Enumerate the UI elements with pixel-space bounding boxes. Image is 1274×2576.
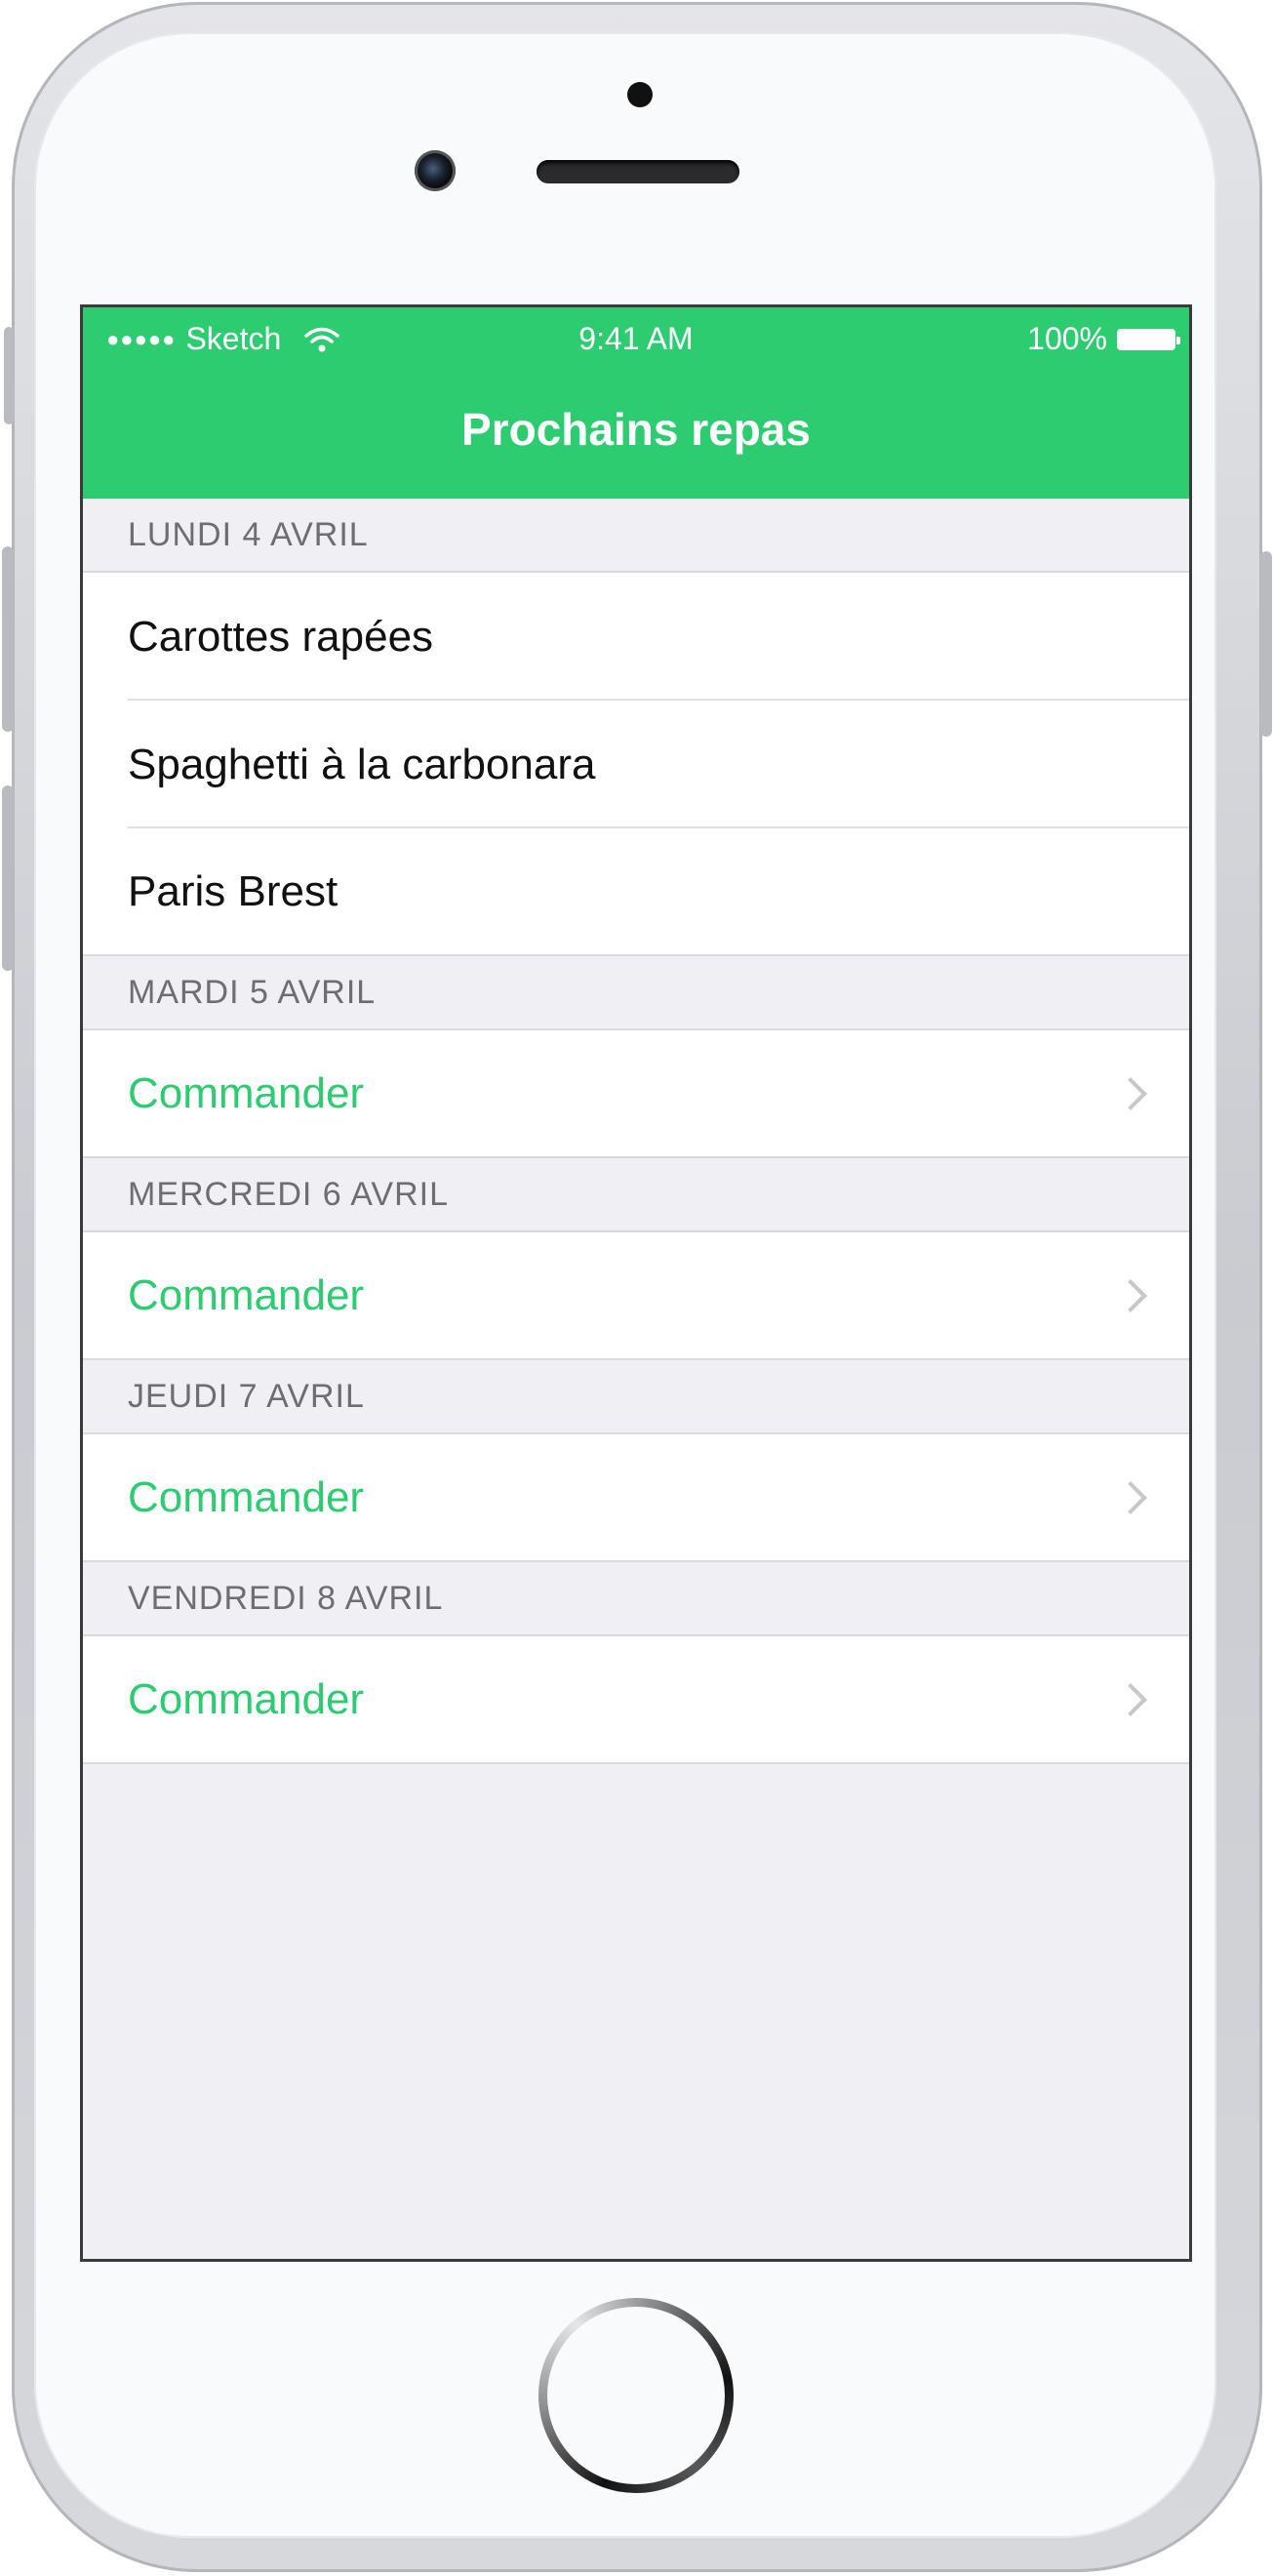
section-header-friday: VENDREDI 8 AVRIL (83, 1562, 1189, 1636)
order-button-thursday[interactable]: Commander (83, 1434, 1189, 1562)
battery-percentage: 100% (1027, 321, 1107, 356)
section-header-tuesday: MARDI 5 AVRIL (83, 956, 1189, 1030)
order-button-wednesday[interactable]: Commander (83, 1232, 1189, 1360)
section-header-monday: LUNDI 4 AVRIL (83, 499, 1189, 573)
status-right: 100% (1027, 321, 1180, 357)
order-label: Commander (128, 1068, 365, 1117)
meal-item-label: Carottes rapées (128, 612, 434, 661)
meal-item-starter: Carottes rapées (83, 573, 1189, 701)
meal-item-main: Spaghetti à la carbonara (83, 701, 1189, 828)
page-title: Prochains repas (461, 404, 811, 455)
order-label: Commander (128, 1270, 365, 1319)
volume-up-button (2, 546, 14, 732)
navigation-bar: ●●●●● Sketch 9:41 AM 100% Prochains repa… (83, 307, 1189, 499)
order-label: Commander (128, 1674, 365, 1723)
volume-down-button (2, 785, 14, 971)
status-bar: ●●●●● Sketch 9:41 AM 100% (83, 321, 1189, 360)
meal-list: LUNDI 4 AVRIL Carottes rapées Spaghetti … (83, 499, 1189, 1764)
meal-item-label: Paris Brest (128, 866, 338, 915)
status-time: 9:41 AM (578, 321, 694, 356)
section-header-thursday: JEUDI 7 AVRIL (83, 1360, 1189, 1434)
order-button-tuesday[interactable]: Commander (83, 1030, 1189, 1158)
section-header-wednesday: MERCREDI 6 AVRIL (83, 1158, 1189, 1232)
chevron-right-icon (1114, 1682, 1147, 1716)
chevron-right-icon (1114, 1480, 1147, 1514)
front-camera (415, 150, 456, 191)
mute-switch (4, 327, 14, 424)
battery-icon (1117, 328, 1180, 350)
chevron-right-icon (1114, 1278, 1147, 1312)
screen: ●●●●● Sketch 9:41 AM 100% Prochains repa… (80, 304, 1192, 2262)
order-button-friday[interactable]: Commander (83, 1636, 1189, 1764)
power-button (1260, 551, 1272, 737)
chevron-right-icon (1114, 1076, 1147, 1110)
meal-item-label: Spaghetti à la carbonara (128, 740, 596, 788)
meal-item-dessert: Paris Brest (83, 828, 1189, 956)
earpiece-speaker (537, 160, 739, 183)
proximity-sensor (627, 82, 653, 107)
order-label: Commander (128, 1472, 365, 1521)
home-button[interactable] (538, 2298, 734, 2493)
